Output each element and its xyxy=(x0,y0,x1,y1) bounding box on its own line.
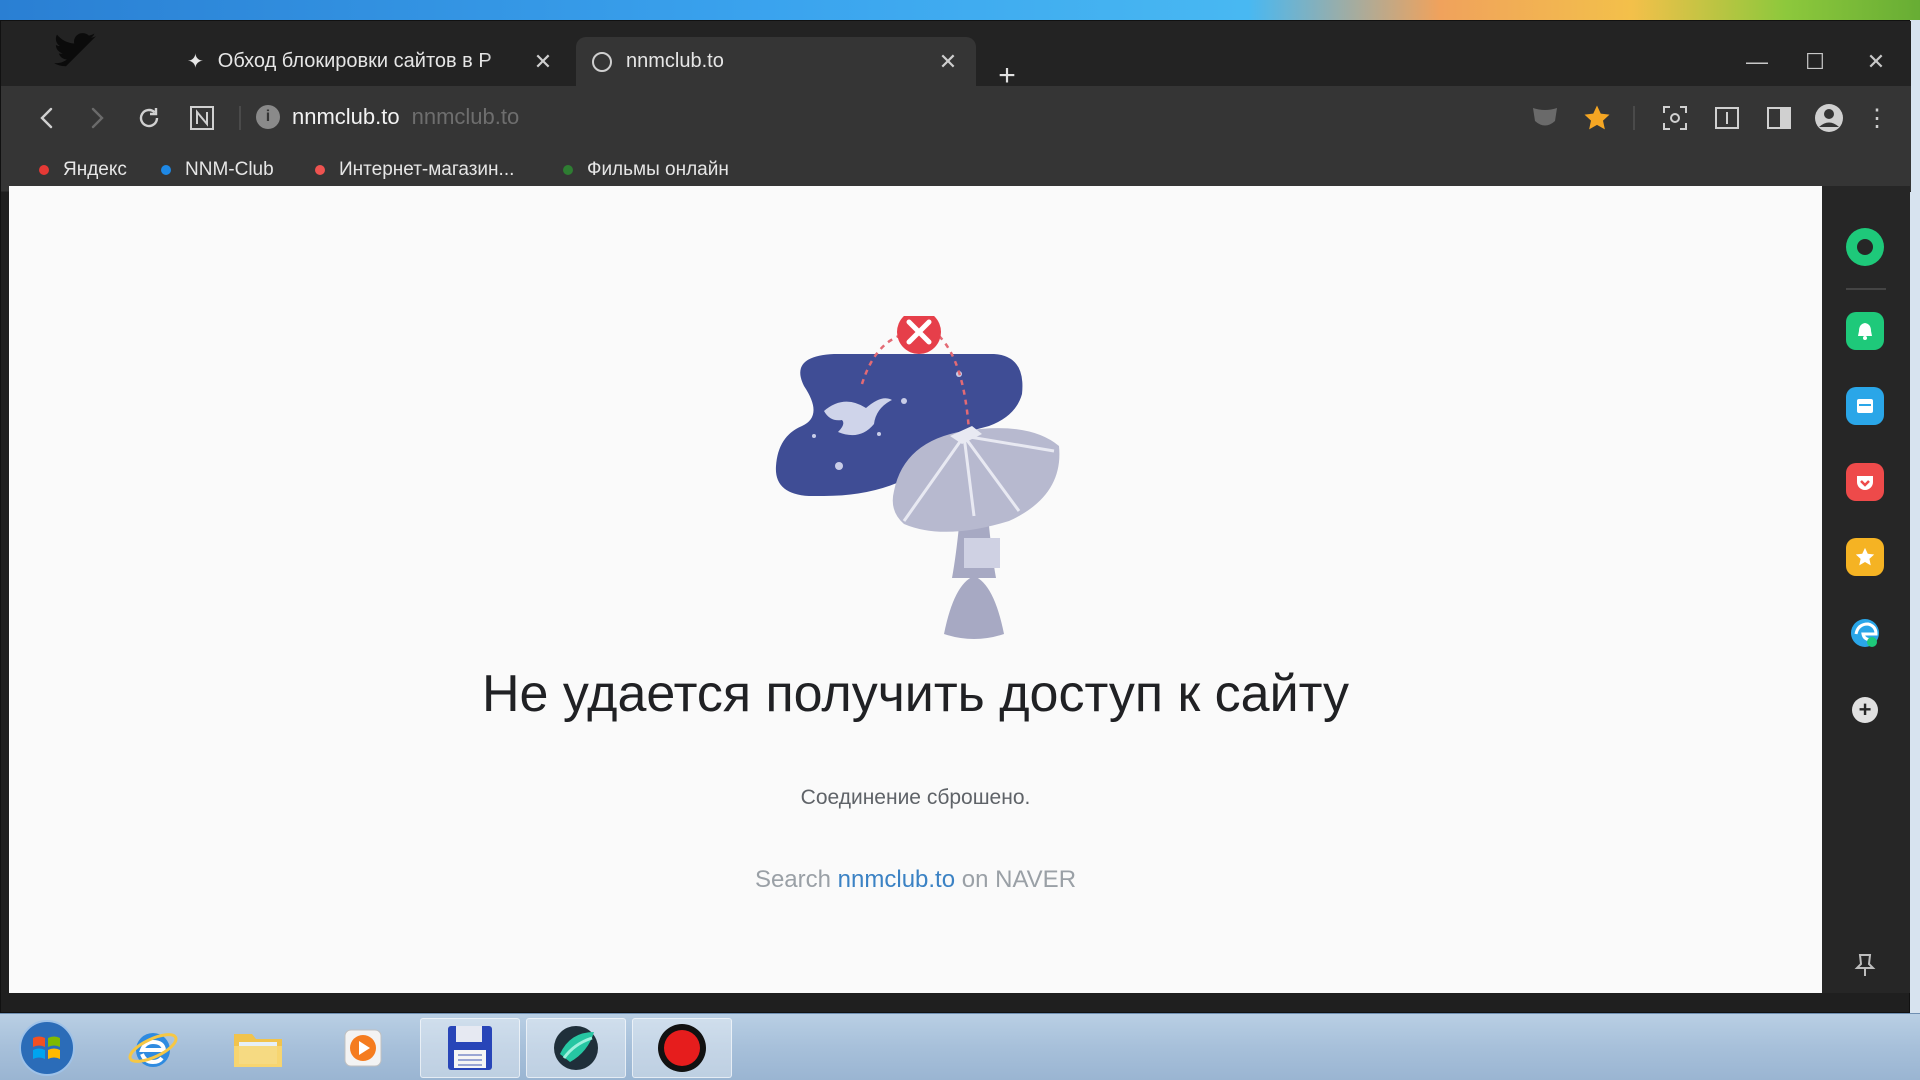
start-button[interactable] xyxy=(4,1018,90,1078)
yandex-icon xyxy=(39,165,49,175)
bookmark-online-store[interactable]: Интернет-магазин... xyxy=(315,156,514,184)
twitter-bird-icon xyxy=(51,33,101,73)
pocket-icon[interactable] xyxy=(1846,463,1884,501)
globe-icon xyxy=(592,51,612,72)
close-icon[interactable]: ✕ xyxy=(531,49,555,74)
naver-home-icon[interactable] xyxy=(186,102,218,134)
tab-bypass[interactable]: ✦ Обход блокировки сайтов в Р ✕ xyxy=(171,37,571,86)
bookmark-star-icon[interactable] xyxy=(1581,102,1613,134)
plus-icon[interactable]: + xyxy=(1846,691,1884,729)
url-suffix: nnmclub.to xyxy=(411,104,520,129)
edge-icon[interactable] xyxy=(1846,614,1884,652)
bookmark-label: Интернет-магазин... xyxy=(339,159,515,180)
bell-icon[interactable] xyxy=(1846,312,1884,350)
internet-explorer-icon[interactable] xyxy=(103,1018,203,1078)
toolbar-divider xyxy=(1633,106,1635,130)
info-icon[interactable]: i xyxy=(256,105,280,129)
bookmark-label: Фильмы онлайн xyxy=(587,159,729,180)
star-icon[interactable] xyxy=(1846,538,1884,576)
naver-whale-icon[interactable] xyxy=(526,1018,626,1078)
screen-recorder-icon[interactable] xyxy=(632,1018,732,1078)
naver-search-suggestion: Search nnmclub.to on NAVER xyxy=(9,866,1822,894)
floppy-save-app-icon[interactable] xyxy=(420,1018,520,1078)
search-link[interactable]: nnmclub.to xyxy=(838,866,955,893)
url-host: nnmclub.to xyxy=(292,104,400,129)
bookmark-yandex[interactable]: Яндекс xyxy=(39,156,127,184)
taskbar xyxy=(0,1013,1920,1080)
menu-icon[interactable]: ⋮ xyxy=(1861,102,1893,134)
tab-strip: ✦ Обход блокировки сайтов в Р ✕ nnmclub.… xyxy=(1,21,1911,91)
tab-title: Обход блокировки сайтов в Р xyxy=(217,50,492,72)
tab-title: nnmclub.to xyxy=(626,50,724,72)
media-player-icon[interactable] xyxy=(313,1018,413,1078)
bookmark-label: Яндекс xyxy=(63,159,127,180)
movies-icon xyxy=(563,165,573,175)
sparkle-icon: ✦ xyxy=(187,51,204,73)
side-divider xyxy=(1846,288,1886,290)
profile-icon[interactable] xyxy=(1813,102,1845,134)
bookmark-movies-online[interactable]: Фильмы онлайн xyxy=(563,156,729,184)
close-icon[interactable]: ✕ xyxy=(936,49,960,74)
search-prefix: Search xyxy=(754,866,831,893)
side-panel-icon[interactable] xyxy=(1763,102,1795,134)
error-subtitle: Соединение сброшено. xyxy=(800,786,1031,809)
back-button[interactable] xyxy=(31,102,63,134)
nnm-club-icon xyxy=(161,165,171,175)
screenshot-icon[interactable] xyxy=(1659,102,1691,134)
side-panel: + xyxy=(1822,186,1910,993)
satellite-dish-illustration xyxy=(775,316,1060,639)
pin-icon[interactable] xyxy=(1846,946,1884,984)
toolbar: i nnmclub.to nnmclub.to ⋮ xyxy=(1,86,1911,148)
file-explorer-icon[interactable] xyxy=(208,1018,308,1078)
maximize-button[interactable]: ☐ xyxy=(1795,49,1835,85)
desktop-wallpaper-strip xyxy=(0,0,1920,20)
bookmark-label: NNM-Club xyxy=(185,159,274,180)
page-content: Не удается получить доступ к сайту Соеди… xyxy=(9,186,1822,993)
address-bar[interactable]: i nnmclub.to nnmclub.to xyxy=(256,99,1156,135)
reader-mode-icon[interactable] xyxy=(1711,102,1743,134)
green-circle-icon[interactable] xyxy=(1846,228,1884,266)
search-suffix: on NAVER xyxy=(961,866,1077,893)
bookmark-nnm-club[interactable]: NNM-Club xyxy=(161,156,274,184)
calendar-icon[interactable] xyxy=(1846,387,1884,425)
shield-icon[interactable] xyxy=(1529,102,1561,134)
close-window-button[interactable]: ✕ xyxy=(1856,49,1896,85)
reload-button[interactable] xyxy=(133,102,165,134)
store-icon xyxy=(315,165,325,175)
toolbar-divider xyxy=(239,106,241,130)
minimize-button[interactable]: — xyxy=(1737,49,1777,85)
forward-button[interactable] xyxy=(81,102,113,134)
error-title: Не удается получить доступ к сайту xyxy=(481,665,1350,723)
tab-nnmclub[interactable]: nnmclub.to ✕ xyxy=(576,37,976,86)
